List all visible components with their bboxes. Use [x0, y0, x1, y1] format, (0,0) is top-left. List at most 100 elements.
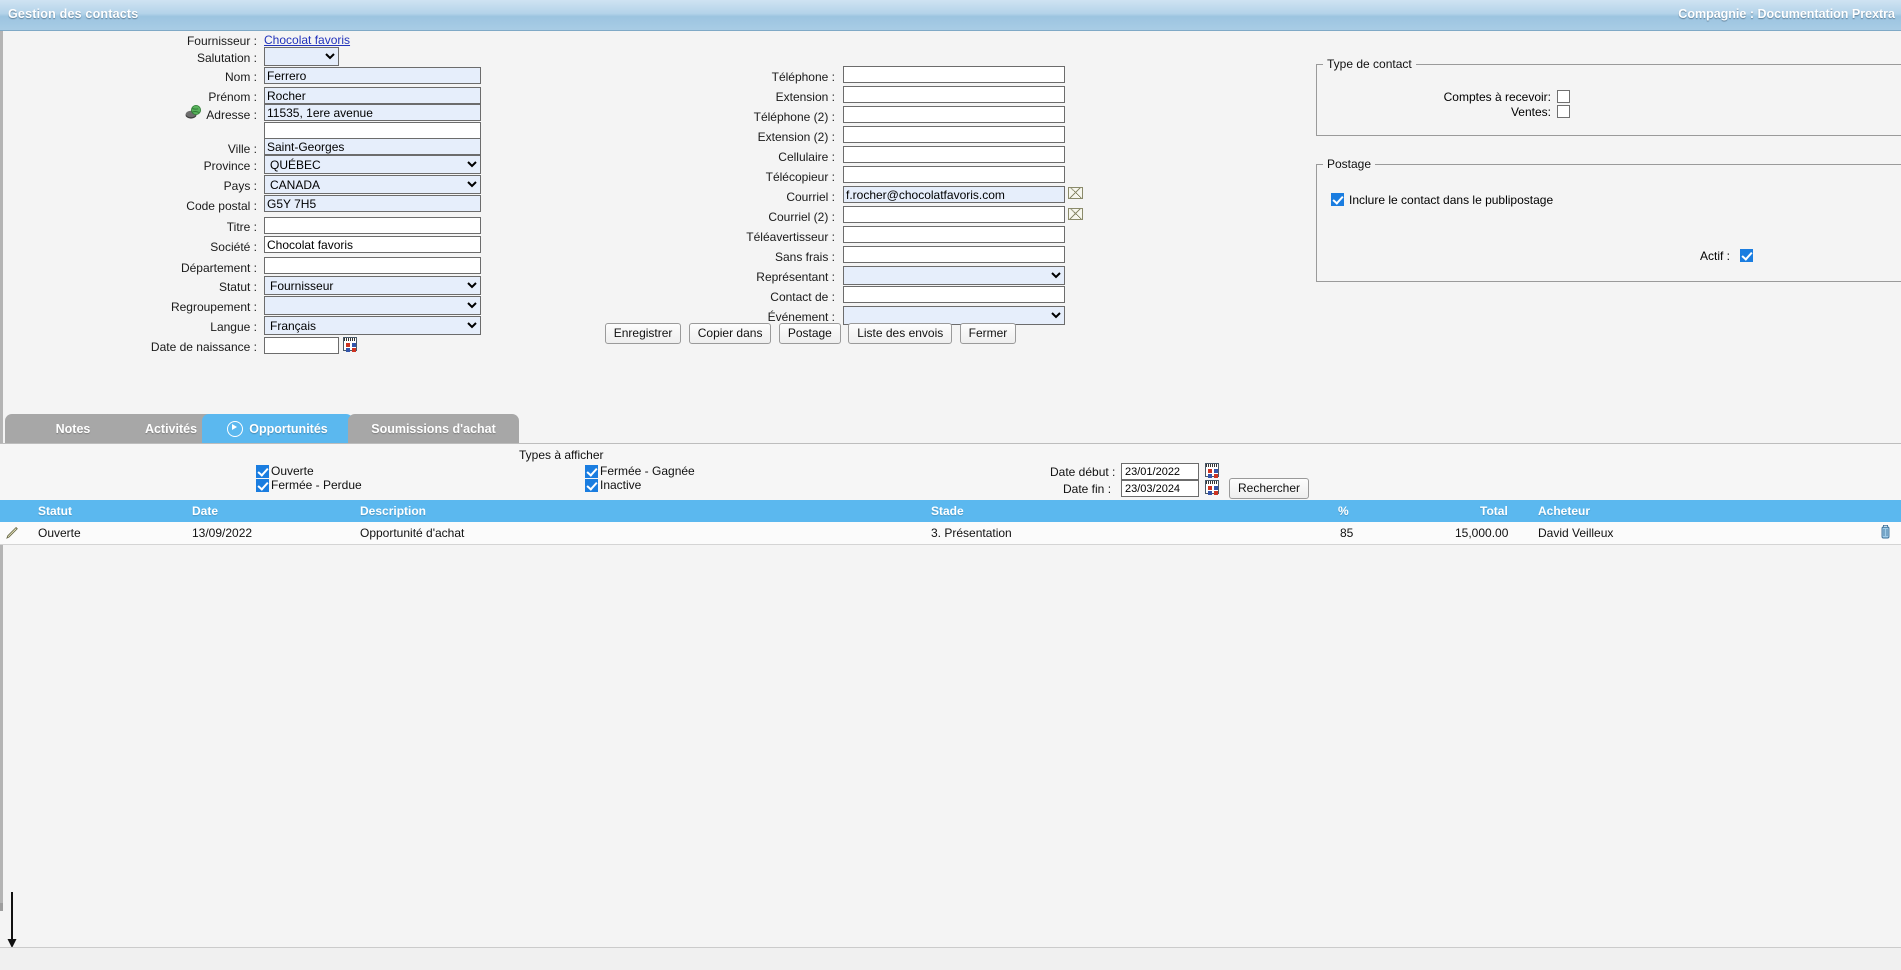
societe-input[interactable]	[264, 236, 481, 253]
telephone2-input[interactable]	[843, 106, 1065, 123]
field-courriel-label: Courriel :	[786, 190, 835, 204]
comptes-recevoir-checkbox[interactable]	[1557, 90, 1570, 103]
field-titre-label: Titre :	[226, 220, 257, 234]
contact-type-legend: Type de contact	[1327, 57, 1412, 71]
status-bar	[0, 947, 1901, 970]
date-start-calendar-icon[interactable]	[1205, 463, 1219, 477]
departement-input[interactable]	[264, 257, 481, 274]
mailing-list-button[interactable]: Liste des envois	[848, 323, 953, 344]
filter-panel: Types à afficher Ouverte Fermée - Perdue…	[0, 444, 1901, 500]
tab-strip: Notes Activités Opportunités Soumissions…	[0, 414, 1901, 444]
field-departement-label: Département :	[180, 261, 257, 275]
cell-stade: 3. Présentation	[931, 526, 1012, 540]
titre-input[interactable]	[264, 217, 481, 234]
telephone-input[interactable]	[843, 66, 1065, 83]
column-header-date[interactable]: Date	[192, 504, 218, 518]
tab-soumissions-achat[interactable]: Soumissions d'achat	[348, 414, 519, 443]
extension2-input[interactable]	[843, 126, 1065, 143]
actif-checkbox[interactable]	[1740, 249, 1753, 262]
code-postal-input[interactable]	[264, 195, 481, 212]
column-header-total[interactable]: Total	[1480, 504, 1508, 518]
tab-activites-label: Activités	[144, 421, 198, 436]
regroupement-select[interactable]	[264, 296, 481, 315]
ventes-label: Ventes:	[1510, 105, 1551, 119]
telecopieur-input[interactable]	[843, 166, 1065, 183]
field-contact-de-label: Contact de :	[770, 290, 835, 304]
salutation-select[interactable]	[264, 47, 339, 66]
email2-send-icon[interactable]	[1068, 208, 1083, 220]
date-end-input[interactable]	[1121, 480, 1199, 497]
postage-group: Postage Inclure le contact dans le publi…	[1316, 157, 1901, 282]
email-send-icon[interactable]	[1068, 187, 1083, 199]
prenom-input[interactable]	[264, 87, 481, 104]
down-arrow-icon	[6, 892, 18, 952]
column-header-stade[interactable]: Stade	[931, 504, 964, 518]
filter-fermee-gagnee-label: Fermée - Gagnée	[600, 464, 695, 478]
province-select[interactable]: QUÉBEC	[264, 155, 481, 174]
field-statut-label: Statut :	[218, 280, 257, 294]
contact-de-input[interactable]	[843, 286, 1065, 303]
filter-inactive[interactable]: Inactive	[585, 478, 641, 492]
action-button-row: Enregistrer Copier dans Postage Liste de…	[0, 323, 1761, 344]
cellulaire-input[interactable]	[843, 146, 1065, 163]
date-start-input[interactable]	[1121, 463, 1199, 480]
application-window: Gestion des contacts Compagnie : Documen…	[0, 0, 1901, 970]
sans-frais-input[interactable]	[843, 246, 1065, 263]
filter-ouverte-checkbox[interactable]	[256, 464, 269, 478]
pays-select[interactable]: CANADA	[264, 175, 481, 194]
filter-fermee-perdue-label: Fermée - Perdue	[271, 478, 362, 492]
tab-opportunites-label: Opportunités	[249, 421, 328, 436]
tab-soumissions-label: Soumissions d'achat	[371, 421, 496, 436]
statut-select[interactable]: Fournisseur	[264, 276, 481, 295]
field-code-postal-label: Code postal :	[186, 199, 257, 213]
field-province-label: Province :	[203, 159, 257, 173]
date-end-label: Date fin :	[1063, 482, 1112, 496]
cell-total: 15,000.00	[1455, 526, 1509, 540]
ventes-checkbox[interactable]	[1557, 105, 1570, 118]
contact-form: Fournisseur : Chocolat favoris Salutatio…	[0, 31, 1901, 411]
column-header-acheteur[interactable]: Acheteur	[1538, 504, 1590, 518]
cell-acheteur: David Veilleux	[1538, 526, 1614, 540]
opportunities-grid-header: Statut Date Description Stade % Total Ac…	[0, 500, 1901, 522]
filter-fermee-perdue[interactable]: Fermée - Perdue	[256, 478, 362, 492]
courriel2-input[interactable]	[843, 206, 1065, 223]
adresse-input[interactable]	[264, 104, 481, 121]
close-button[interactable]: Fermer	[959, 323, 1017, 344]
delete-trash-icon[interactable]	[1880, 524, 1891, 539]
filter-inactive-checkbox[interactable]	[585, 478, 598, 492]
representant-select[interactable]	[843, 266, 1065, 285]
teleavertisseur-input[interactable]	[843, 226, 1065, 243]
field-telecopieur-label: Télécopieur :	[765, 170, 835, 184]
column-header-description[interactable]: Description	[360, 504, 426, 518]
cell-date: 13/09/2022	[192, 526, 253, 540]
adresse-line2-input[interactable]	[264, 122, 481, 139]
postage-button[interactable]: Postage	[778, 323, 841, 344]
field-nom-label: Nom :	[224, 70, 257, 84]
filter-fermee-gagnee[interactable]: Fermée - Gagnée	[585, 464, 695, 478]
nom-input[interactable]	[264, 67, 481, 84]
courriel-input[interactable]	[843, 186, 1065, 203]
field-adresse-label: Adresse :	[206, 108, 257, 122]
copy-to-button[interactable]: Copier dans	[688, 323, 772, 344]
search-button[interactable]: Rechercher	[1229, 478, 1310, 499]
tab-opportunites[interactable]: Opportunités	[202, 414, 353, 443]
ville-input[interactable]	[264, 138, 481, 155]
column-header-statut[interactable]: Statut	[38, 504, 72, 518]
field-pays-label: Pays :	[223, 179, 257, 193]
save-button[interactable]: Enregistrer	[604, 323, 682, 344]
date-end-calendar-icon[interactable]	[1205, 480, 1219, 494]
filter-inactive-label: Inactive	[600, 478, 642, 492]
supplier-link[interactable]: Chocolat favoris	[264, 33, 350, 47]
field-courriel2-label: Courriel (2) :	[768, 210, 835, 224]
extension-input[interactable]	[843, 86, 1065, 103]
filter-ouverte[interactable]: Ouverte	[256, 464, 314, 478]
column-header-pourcent[interactable]: %	[1338, 504, 1349, 518]
types-to-display-label: Types à afficher	[519, 448, 604, 462]
filter-fermee-perdue-checkbox[interactable]	[256, 478, 269, 492]
edit-pencil-icon[interactable]	[6, 526, 19, 539]
table-row[interactable]: Ouverte 13/09/2022 Opportunité d'achat 3…	[0, 522, 1901, 545]
company-label: Compagnie : Documentation Prextra	[1678, 7, 1895, 21]
filter-fermee-gagnee-checkbox[interactable]	[585, 464, 598, 478]
field-sans-frais-label: Sans frais :	[774, 250, 835, 264]
publipostage-checkbox[interactable]	[1331, 193, 1344, 206]
